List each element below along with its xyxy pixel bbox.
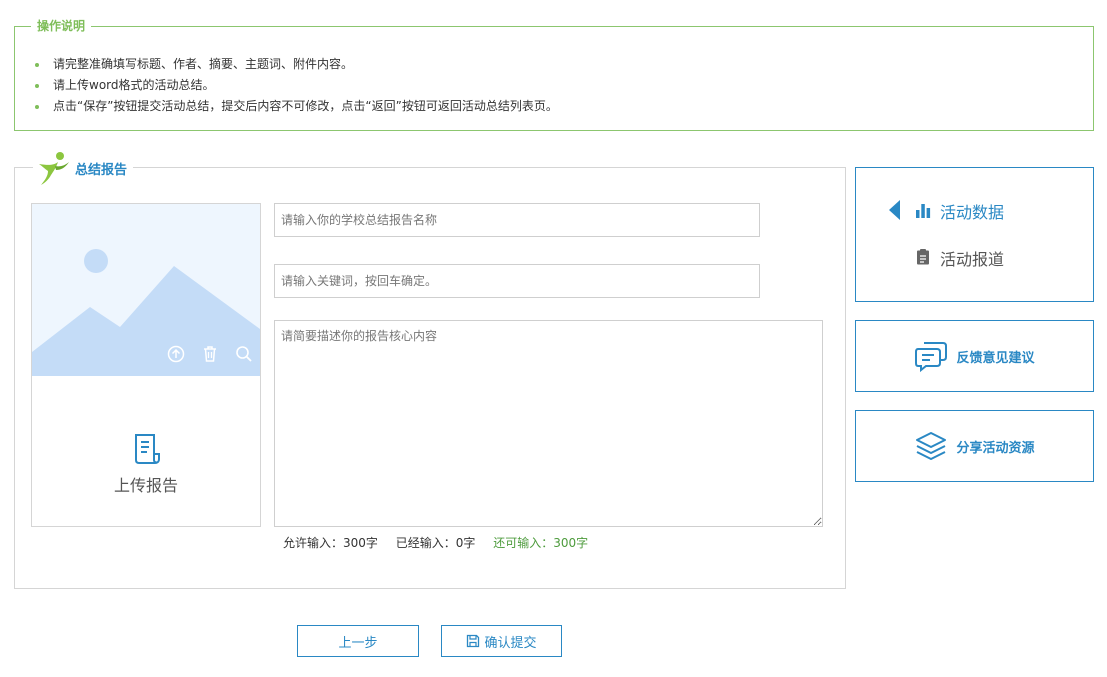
nav-item-label: 活动报道 — [940, 250, 1005, 269]
bar-chart-icon — [916, 204, 931, 218]
clipboard-icon — [917, 249, 929, 265]
instructions-title: 操作说明 — [31, 18, 92, 34]
confirm-submit-label: 确认提交 — [484, 635, 537, 651]
nav-item-activity-report[interactable]: 活动报道 — [856, 245, 1093, 269]
upload-arrow-icon[interactable] — [166, 344, 186, 364]
instructions-list: 请完整准确填写标题、作者、摘要、主题词、附件内容。 请上传word格式的活动总结… — [35, 54, 558, 117]
instruction-item: 请上传word格式的活动总结。 — [35, 75, 558, 96]
nav-item-label: 活动数据 — [940, 203, 1005, 222]
summary-textarea[interactable] — [274, 320, 823, 527]
search-icon[interactable] — [234, 344, 254, 364]
instruction-item: 请完整准确填写标题、作者、摘要、主题词、附件内容。 — [35, 54, 558, 75]
char-counter: 允许输入：300字 已经输入：0字 还可输入：300字 — [283, 535, 602, 551]
document-scroll-icon — [135, 434, 160, 464]
side-nav: 活动数据 活动报道 — [855, 167, 1094, 302]
report-panel: 总结报告 上传报告 请输入你的学校总结报告名称 请输入关键词，按回车确定。 请简… — [14, 150, 846, 589]
active-indicator-arrow-icon — [889, 200, 900, 220]
upload-card: 上传报告 — [31, 203, 261, 527]
keywords-input[interactable] — [274, 264, 760, 298]
share-label: 分享活动资源 — [956, 440, 1035, 456]
nav-item-activity-data[interactable]: 活动数据 — [856, 198, 1093, 222]
upload-report-label: 上传报告 — [113, 476, 178, 495]
save-icon — [467, 634, 480, 648]
feedback-button-content: 反馈意见建议 — [856, 321, 1093, 391]
share-resources-button[interactable]: 分享活动资源 — [855, 410, 1094, 482]
upload-report-button[interactable]: 上传报告 — [32, 376, 260, 526]
report-name-input[interactable] — [274, 203, 760, 237]
counter-entered: 已经输入：0字 — [395, 536, 476, 550]
chat-bubble-icon — [915, 342, 948, 373]
share-button-content: 分享活动资源 — [856, 411, 1093, 481]
feedback-label: 反馈意见建议 — [956, 350, 1035, 366]
instruction-item: 点击“保存”按钮提交活动总结，提交后内容不可修改，点击“返回”按钮可返回活动总结… — [35, 96, 558, 117]
confirm-submit-button[interactable]: 确认提交 — [441, 625, 562, 657]
previous-step-button[interactable]: 上一步 — [297, 625, 419, 657]
counter-allowed: 允许输入：300字 — [283, 536, 378, 550]
counter-remaining: 还可输入：300字 — [493, 536, 589, 550]
report-panel-header: 总结报告 — [33, 150, 134, 186]
instructions-box: 操作说明 请完整准确填写标题、作者、摘要、主题词、附件内容。 请上传word格式… — [14, 18, 1094, 131]
image-preview — [32, 204, 260, 376]
preview-toolbar — [166, 344, 254, 364]
person-logo-icon — [39, 152, 69, 185]
layers-icon — [916, 432, 947, 460]
feedback-button[interactable]: 反馈意见建议 — [855, 320, 1094, 392]
report-panel-title: 总结报告 — [75, 162, 128, 178]
trash-icon[interactable] — [200, 344, 220, 364]
